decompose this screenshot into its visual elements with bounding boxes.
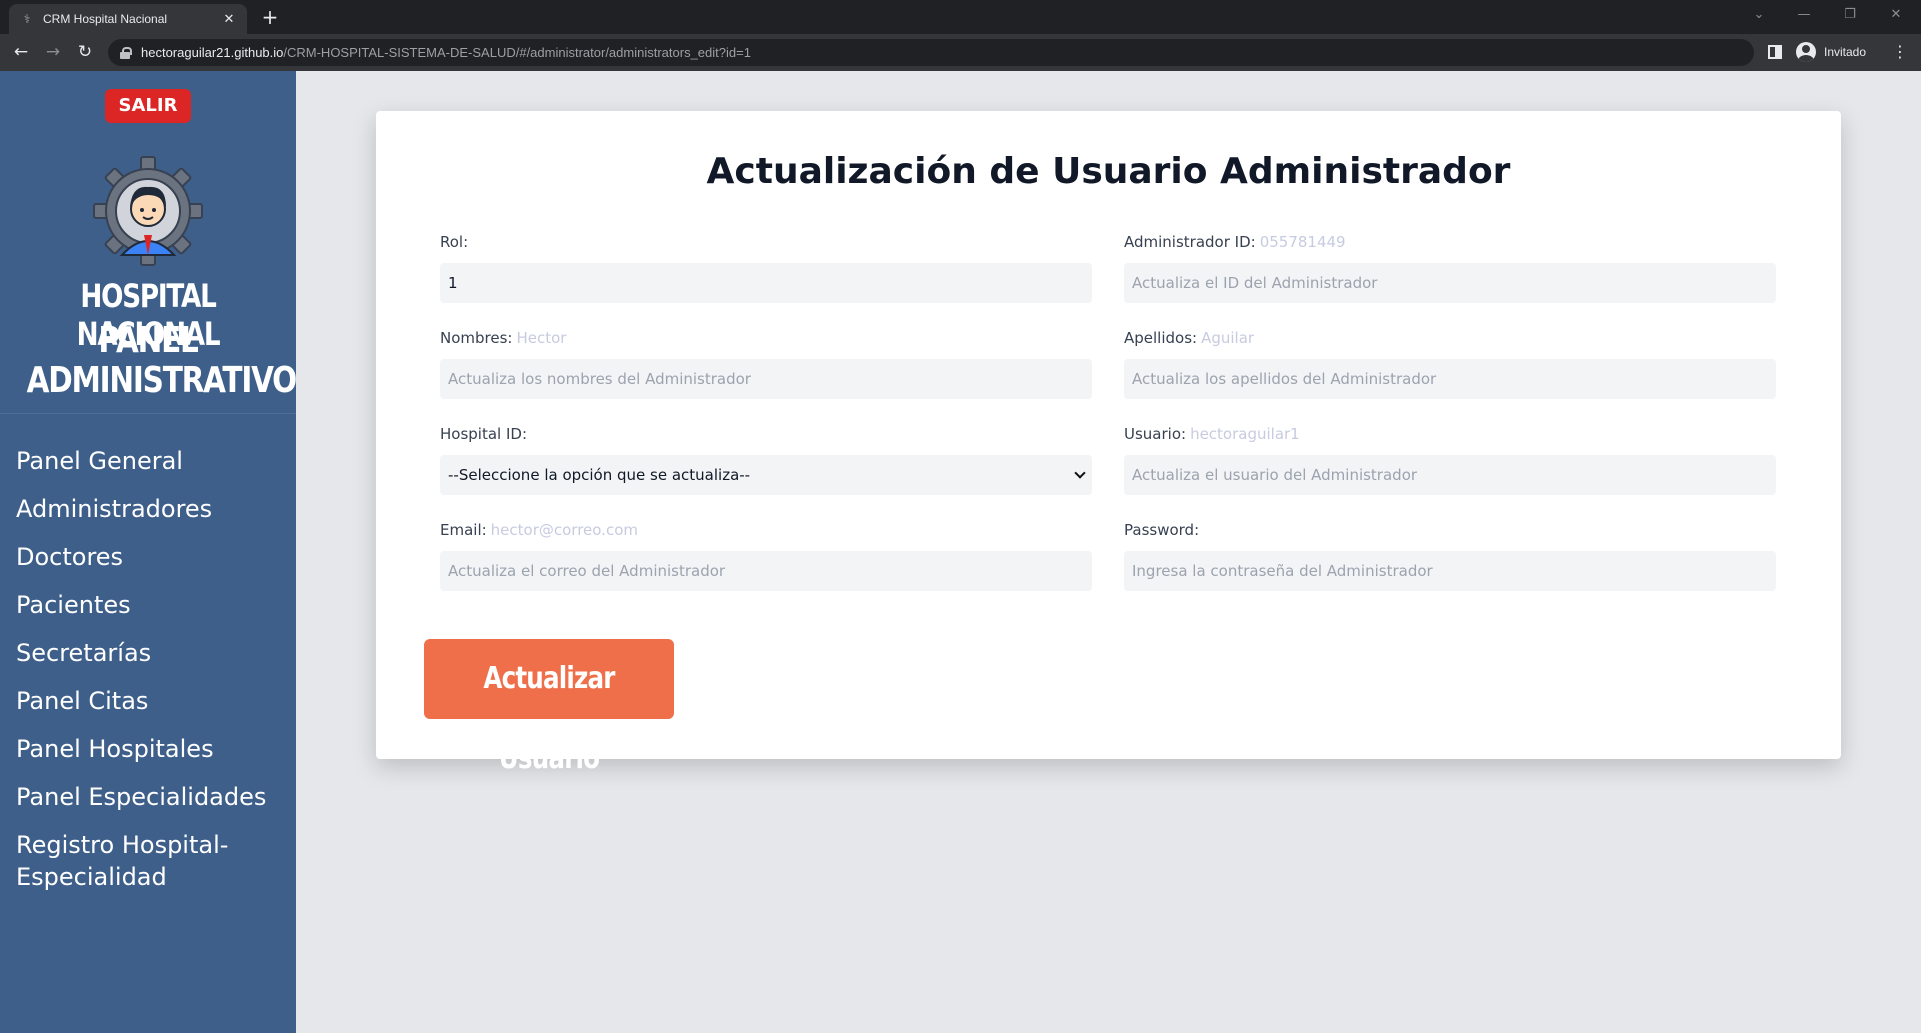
- url-host: hectoraguilar21.github.io: [141, 45, 284, 60]
- hospital-id-label: Hospital ID:: [440, 425, 527, 443]
- address-bar[interactable]: hectoraguilar21.github.io/CRM-HOSPITAL-S…: [108, 39, 1754, 66]
- new-tab-button[interactable]: +: [258, 4, 282, 30]
- usuario-label: Usuario: hectoraguilar1: [1124, 425, 1300, 443]
- url-path: /CRM-HOSPITAL-SISTEMA-DE-SALUD/#/adminis…: [283, 45, 751, 60]
- sidebar-item-administradores[interactable]: Administradores: [16, 493, 212, 525]
- sidebar-item-panel-citas[interactable]: Panel Citas: [16, 685, 148, 717]
- apellidos-current-value: Aguilar: [1201, 329, 1255, 347]
- apellidos-label: Apellidos: Aguilar: [1124, 329, 1255, 347]
- close-icon[interactable]: ✕: [221, 12, 237, 27]
- url-text[interactable]: hectoraguilar21.github.io/CRM-HOSPITAL-S…: [141, 45, 751, 60]
- admin-id-current-value: 055781449: [1259, 233, 1346, 251]
- admin-id-input[interactable]: Actualiza el ID del Administrador: [1124, 263, 1776, 303]
- brand-subtitle-line2: ADMINISTRATIVO: [26, 360, 298, 401]
- page-scrollbar[interactable]: [1910, 71, 1921, 1033]
- browser-tab[interactable]: ⚕ CRM Hospital Nacional ✕: [9, 4, 247, 34]
- password-label: Password:: [1124, 521, 1200, 539]
- nombres-input[interactable]: Actualiza los nombres del Administrador: [440, 359, 1092, 399]
- rol-label: Rol:: [440, 233, 469, 251]
- apellidos-input[interactable]: Actualiza los apellidos del Administrado…: [1124, 359, 1776, 399]
- nombres-label: Nombres: Hector: [440, 329, 567, 347]
- tab-title: CRM Hospital Nacional: [43, 12, 168, 26]
- sidebar: SALIR HOSPITAL NACIONAL PANEL ADMINISTRA…: [0, 71, 298, 1033]
- edit-admin-form-card: Actualización de Usuario Administrador R…: [376, 111, 1841, 776]
- email-input[interactable]: Actualiza el correo del Administrador: [440, 551, 1092, 591]
- sidebar-item-doctores[interactable]: Doctores: [16, 541, 123, 573]
- update-user-button-label: Actualizar Usuario: [483, 661, 615, 776]
- page-title: Actualización de Usuario Administrador: [706, 151, 1511, 192]
- usuario-input[interactable]: Actualiza el usuario del Administrador: [1124, 455, 1776, 495]
- chevron-down-icon: [1074, 467, 1086, 479]
- nombres-current-value: Hector: [516, 329, 567, 347]
- email-label: Email: hector@correo.com: [440, 521, 638, 539]
- update-user-button[interactable]: Actualizar Usuario: [424, 639, 674, 776]
- profile-label: Invitado: [1824, 45, 1867, 59]
- admin-id-label: Administrador ID: 055781449: [1124, 233, 1346, 251]
- side-panel-icon[interactable]: [1768, 45, 1782, 59]
- profile-button[interactable]: Invitado: [1796, 42, 1866, 62]
- sidebar-item-registro-hospital-especialidad-line2[interactable]: Especialidad: [16, 861, 167, 893]
- more-menu-icon[interactable]: ⋮: [1892, 42, 1908, 62]
- back-arrow-icon[interactable]: ←: [10, 41, 32, 63]
- lock-icon[interactable]: [120, 46, 132, 59]
- reload-icon[interactable]: ↻: [74, 41, 96, 63]
- brand-subtitle-line1: PANEL: [98, 320, 199, 361]
- avatar-icon: [1796, 42, 1816, 62]
- tab-search-icon[interactable]: ⌄: [1743, 4, 1775, 26]
- minimize-icon[interactable]: —: [1788, 4, 1820, 26]
- admin-gear-logo-icon: [93, 156, 203, 266]
- usuario-current-value: hectoraguilar1: [1190, 425, 1300, 443]
- restore-icon[interactable]: ❐: [1834, 4, 1866, 26]
- sidebar-divider: [0, 413, 296, 414]
- window-close-icon[interactable]: ✕: [1880, 4, 1912, 26]
- hospital-id-selected-option: --Seleccione la opción que se actualiza-…: [448, 466, 751, 484]
- logout-button[interactable]: SALIR: [105, 89, 191, 123]
- password-input[interactable]: Ingresa la contraseña del Administrador: [1124, 551, 1776, 591]
- rol-input[interactable]: 1: [440, 263, 1092, 303]
- sidebar-item-registro-hospital-especialidad[interactable]: Registro Hospital-: [16, 829, 228, 861]
- browser-toolbar: ← → ↻ hectoraguilar21.github.io/CRM-HOSP…: [0, 34, 1921, 71]
- sidebar-item-secretarias[interactable]: Secretarías: [16, 637, 151, 669]
- sidebar-item-panel-especialidades[interactable]: Panel Especialidades: [16, 781, 266, 813]
- sidebar-item-panel-hospitales[interactable]: Panel Hospitales: [16, 733, 214, 765]
- browser-tab-strip: ⚕ CRM Hospital Nacional ✕ + ⌄ — ❐ ✕: [0, 0, 1921, 34]
- caduceus-icon: ⚕: [23, 12, 31, 26]
- email-current-value: hector@correo.com: [490, 521, 638, 539]
- sidebar-item-panel-general[interactable]: Panel General: [16, 445, 183, 477]
- hospital-id-select[interactable]: --Seleccione la opción que se actualiza-…: [440, 455, 1092, 495]
- forward-arrow-icon[interactable]: →: [42, 41, 64, 63]
- sidebar-item-pacientes[interactable]: Pacientes: [16, 589, 131, 621]
